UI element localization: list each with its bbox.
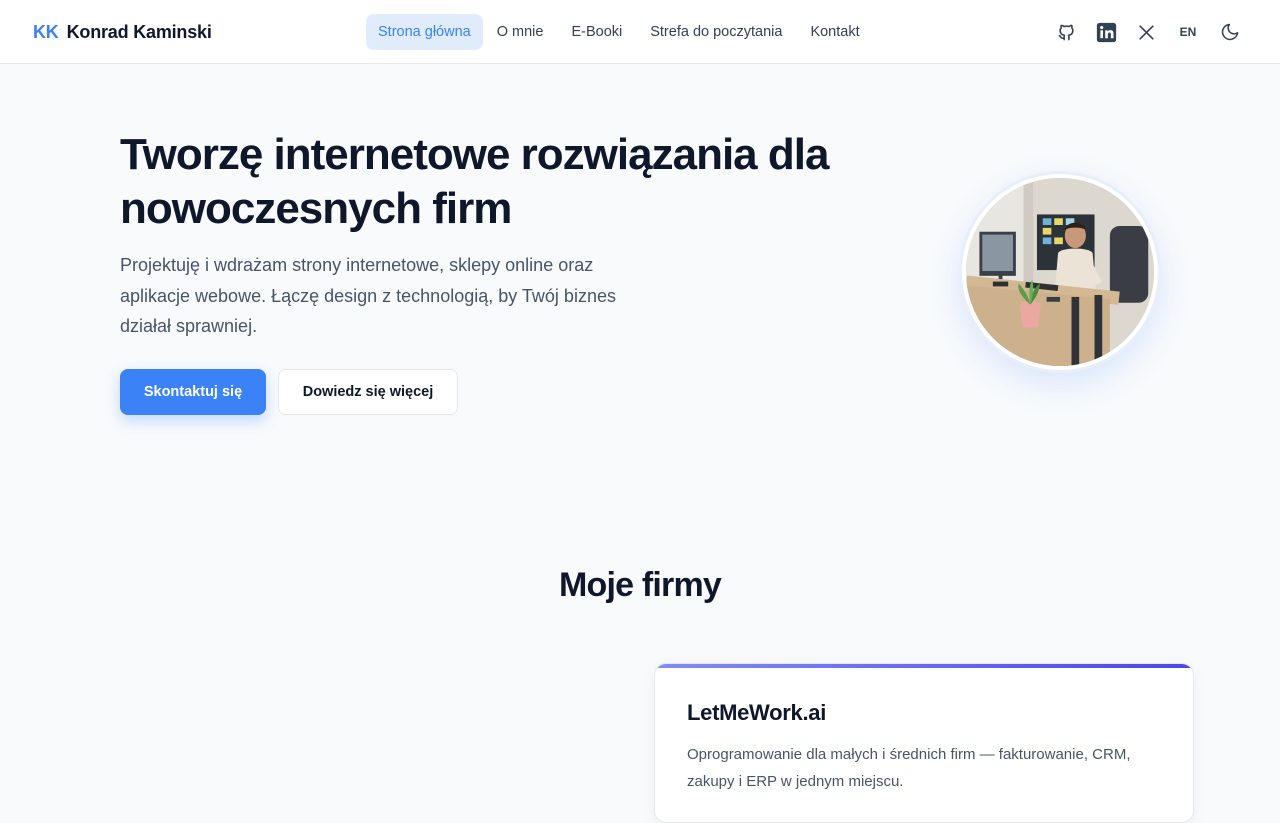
nav-item-about[interactable]: O mnie	[483, 14, 558, 50]
logo-name: Konrad Kaminski	[66, 21, 212, 42]
nav-item-reading-zone[interactable]: Strefa do poczytania	[636, 14, 796, 50]
linkedin-icon	[1096, 22, 1116, 42]
company-card-letmework[interactable]: LetMeWork.ai Oprogramowanie dla małych i…	[654, 663, 1194, 823]
nav-item-ebooks[interactable]: E-Booki	[557, 14, 636, 50]
main-nav: Strona główna O mnie E-Booki Strefa do p…	[366, 14, 874, 50]
logo-mark: KK	[33, 21, 59, 42]
profile-photo	[962, 174, 1158, 370]
company-name: LetMeWork.ai	[687, 700, 827, 725]
card-accent-bar	[655, 664, 1193, 668]
header-actions: EN	[1052, 18, 1244, 46]
site-header: KK Konrad Kaminski Strona główna O mnie …	[0, 0, 1280, 64]
site-logo[interactable]: KK Konrad Kaminski	[33, 21, 212, 43]
x-logo-icon	[1138, 24, 1154, 40]
hero-title: Tworzę internetowe rozwiązania dla nowoc…	[120, 130, 829, 233]
learn-more-button[interactable]: Dowiedz się więcej	[278, 369, 458, 415]
contact-button[interactable]: Skontaktuj się	[120, 369, 266, 415]
github-icon	[1058, 24, 1074, 40]
x-link[interactable]	[1132, 18, 1160, 46]
linkedin-link[interactable]	[1092, 18, 1120, 46]
moon-icon	[1221, 23, 1239, 41]
nav-item-home[interactable]: Strona główna	[366, 14, 483, 50]
hero-subtitle: Projektuję i wdrażam strony internetowe,…	[120, 255, 616, 336]
github-link[interactable]	[1052, 18, 1080, 46]
companies-title: Moje firmy	[558, 566, 722, 604]
theme-toggle[interactable]	[1216, 18, 1244, 46]
nav-item-contact[interactable]: Kontakt	[796, 14, 873, 50]
company-description: Oprogramowanie dla małych i średnich fir…	[687, 746, 1131, 790]
profile-photo-illustration	[966, 178, 1154, 366]
language-switch[interactable]: EN	[1174, 18, 1202, 46]
